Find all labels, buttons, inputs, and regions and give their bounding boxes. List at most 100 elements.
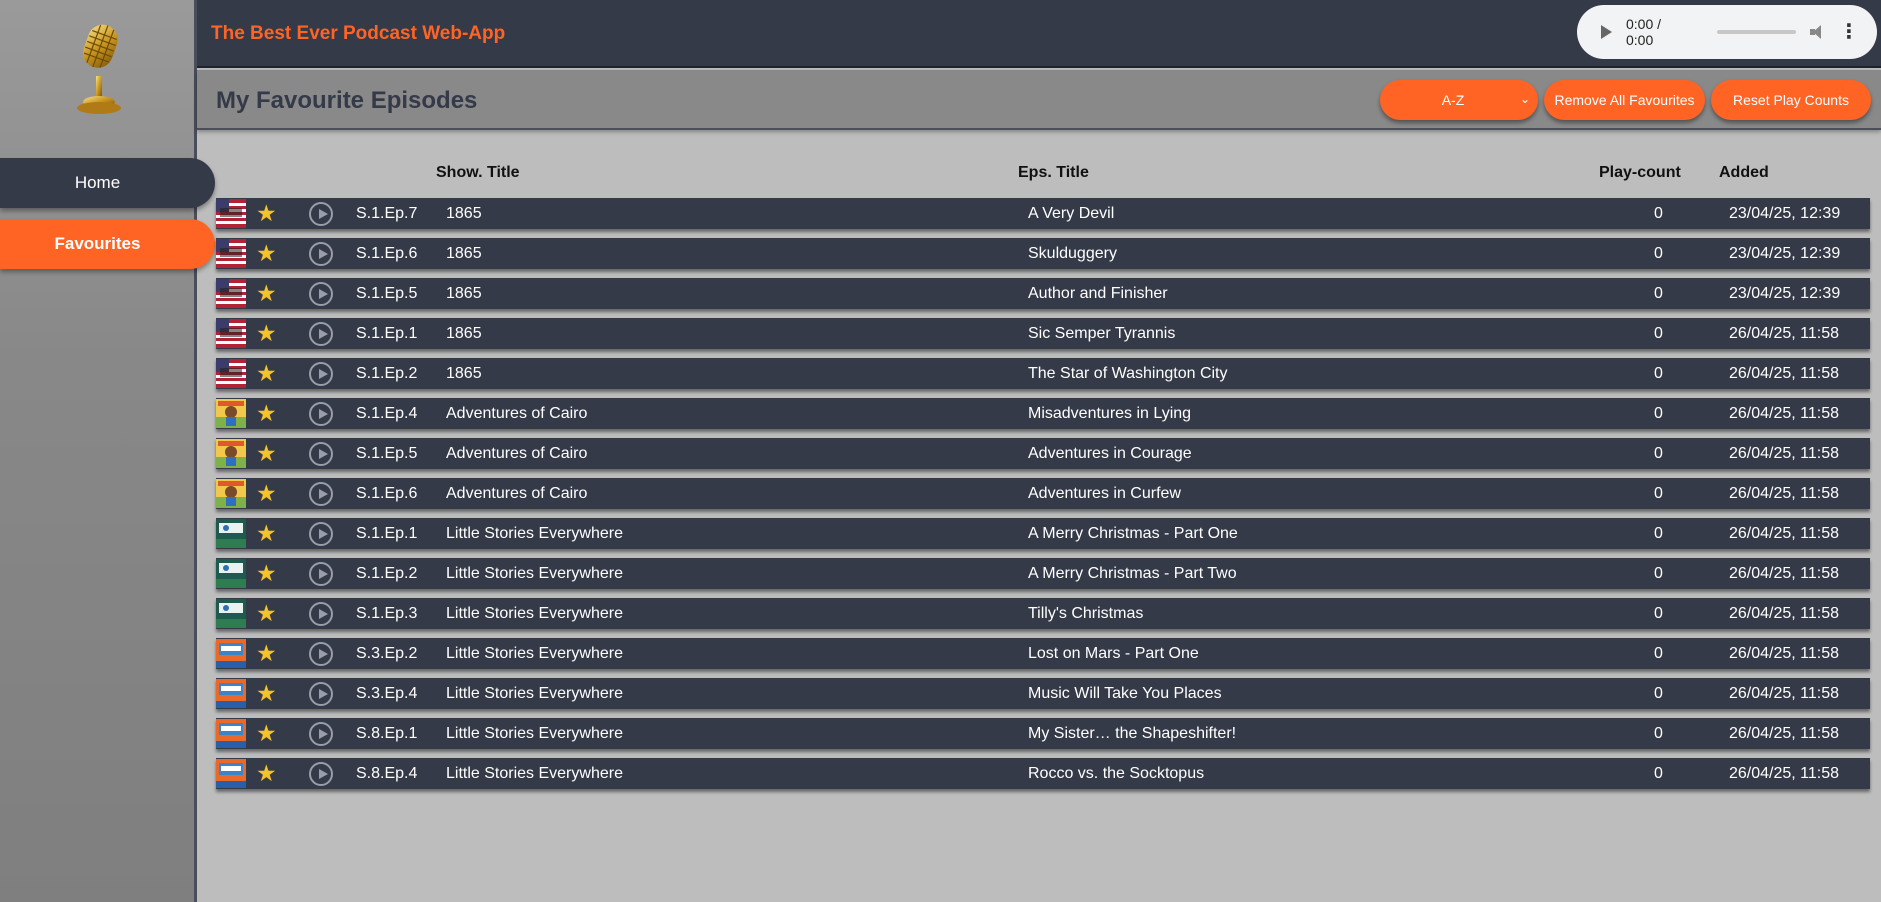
play-count: 0 bbox=[1654, 284, 1663, 302]
episode-title: Music Will Take You Places bbox=[1028, 684, 1222, 702]
episode-code: S.1.Ep.3 bbox=[356, 604, 418, 622]
favourite-star-icon[interactable]: ★ bbox=[256, 198, 277, 229]
added-date: 26/04/25, 11:58 bbox=[1729, 364, 1840, 382]
episode-code: S.1.Ep.7 bbox=[356, 204, 418, 222]
episode-row[interactable]: ★ S.3.Ep.2 Little Stories Everywhere Lost o… bbox=[216, 638, 1870, 669]
show-title: 1865 bbox=[446, 284, 482, 302]
episode-code: S.3.Ep.4 bbox=[356, 684, 418, 702]
show-artwork bbox=[216, 559, 246, 588]
play-count: 0 bbox=[1654, 364, 1663, 382]
remove-all-favourites-button[interactable]: Remove All Favourites bbox=[1544, 80, 1705, 120]
show-title: Adventures of Cairo bbox=[446, 444, 588, 462]
episode-row[interactable]: ★ S.1.Ep.2 Little Stories Everywhere A Merr… bbox=[216, 558, 1870, 589]
favourite-star-icon[interactable]: ★ bbox=[256, 678, 277, 709]
favourite-star-icon[interactable]: ★ bbox=[256, 758, 277, 789]
favourite-star-icon[interactable]: ★ bbox=[256, 518, 277, 549]
favourite-star-icon[interactable]: ★ bbox=[256, 718, 277, 749]
show-artwork bbox=[216, 359, 246, 388]
audio-player[interactable]: 0:00 / 0:00 ⋮ bbox=[1577, 5, 1877, 59]
play-episode-icon[interactable] bbox=[309, 398, 333, 429]
favourite-star-icon[interactable]: ★ bbox=[256, 278, 277, 309]
added-date: 26/04/25, 11:58 bbox=[1729, 484, 1840, 502]
show-title: Adventures of Cairo bbox=[446, 404, 588, 422]
episode-code: S.8.Ep.4 bbox=[356, 764, 418, 782]
play-count: 0 bbox=[1654, 604, 1663, 622]
episode-row[interactable]: ★ S.8.Ep.4 Little Stories Everywhere Rocco … bbox=[216, 758, 1870, 789]
added-date: 26/04/25, 11:58 bbox=[1729, 684, 1840, 702]
play-count: 0 bbox=[1654, 204, 1663, 222]
episode-row[interactable]: ★ S.1.Ep.5 Adventures of Cairo Adventures i… bbox=[216, 438, 1870, 469]
favourite-star-icon[interactable]: ★ bbox=[256, 238, 277, 269]
favourite-star-icon[interactable]: ★ bbox=[256, 438, 277, 469]
added-date: 26/04/25, 11:58 bbox=[1729, 444, 1840, 462]
episode-title: Tilly's Christmas bbox=[1028, 604, 1144, 622]
play-episode-icon[interactable] bbox=[309, 278, 333, 309]
favourite-star-icon[interactable]: ★ bbox=[256, 318, 277, 349]
play-episode-icon[interactable] bbox=[309, 318, 333, 349]
favourite-star-icon[interactable]: ★ bbox=[256, 598, 277, 629]
play-episode-icon[interactable] bbox=[309, 638, 333, 669]
episode-row[interactable]: ★ S.1.Ep.6 1865 Skulduggery 0 23/04/25, 12:39 bbox=[216, 238, 1870, 269]
favourite-star-icon[interactable]: ★ bbox=[256, 558, 277, 589]
episode-row[interactable]: ★ S.1.Ep.3 Little Stories Everywhere Tilly'… bbox=[216, 598, 1870, 629]
play-icon[interactable] bbox=[1601, 25, 1612, 39]
added-date: 26/04/25, 11:58 bbox=[1729, 324, 1840, 342]
episode-row[interactable]: ★ S.1.Ep.4 Adventures of Cairo Misadventure… bbox=[216, 398, 1870, 429]
show-artwork bbox=[216, 279, 246, 308]
nav-home[interactable]: Home bbox=[0, 158, 215, 208]
episode-row[interactable]: ★ S.1.Ep.1 1865 Sic Semper Tyrannis 0 26/04/2… bbox=[216, 318, 1870, 349]
episode-code: S.1.Ep.4 bbox=[356, 404, 418, 422]
show-artwork bbox=[216, 399, 246, 428]
episode-row[interactable]: ★ S.1.Ep.5 1865 Author and Finisher 0 23/04/2… bbox=[216, 278, 1870, 309]
favourite-star-icon[interactable]: ★ bbox=[256, 478, 277, 509]
episode-code: S.3.Ep.2 bbox=[356, 644, 418, 662]
play-episode-icon[interactable] bbox=[309, 758, 333, 789]
app-title: The Best Ever Podcast Web-App bbox=[211, 23, 506, 44]
favourite-star-icon[interactable]: ★ bbox=[256, 398, 277, 429]
show-title: Little Stories Everywhere bbox=[446, 644, 623, 662]
play-count: 0 bbox=[1654, 404, 1663, 422]
play-episode-icon[interactable] bbox=[309, 358, 333, 389]
play-count: 0 bbox=[1654, 564, 1663, 582]
episode-row[interactable]: ★ S.1.Ep.7 1865 A Very Devil 0 23/04/25, 12:3… bbox=[216, 198, 1870, 229]
play-episode-icon[interactable] bbox=[309, 198, 333, 229]
favourite-star-icon[interactable]: ★ bbox=[256, 358, 277, 389]
play-episode-icon[interactable] bbox=[309, 238, 333, 269]
column-header-added: Added bbox=[1719, 164, 1769, 181]
show-artwork bbox=[216, 319, 246, 348]
episode-row[interactable]: ★ S.1.Ep.2 1865 The Star of Washington City… bbox=[216, 358, 1870, 389]
episode-row[interactable]: ★ S.8.Ep.1 Little Stories Everywhere My Sis… bbox=[216, 718, 1870, 749]
play-count: 0 bbox=[1654, 764, 1663, 782]
sort-select[interactable]: A-Z ⌄ bbox=[1380, 80, 1538, 120]
play-episode-icon[interactable] bbox=[309, 558, 333, 589]
favourite-star-icon[interactable]: ★ bbox=[256, 638, 277, 669]
episode-code: S.1.Ep.5 bbox=[356, 284, 418, 302]
episode-title: Adventures in Courage bbox=[1028, 444, 1192, 462]
added-date: 26/04/25, 11:58 bbox=[1729, 524, 1840, 542]
episode-row[interactable]: ★ S.1.Ep.1 Little Stories Everywhere A Merr… bbox=[216, 518, 1870, 549]
volume-icon[interactable] bbox=[1809, 25, 1825, 39]
play-episode-icon[interactable] bbox=[309, 478, 333, 509]
chevron-down-icon: ⌄ bbox=[1519, 92, 1530, 106]
episode-row[interactable]: ★ S.3.Ep.4 Little Stories Everywhere Music … bbox=[216, 678, 1870, 709]
play-episode-icon[interactable] bbox=[309, 518, 333, 549]
show-artwork bbox=[216, 519, 246, 548]
play-episode-icon[interactable] bbox=[309, 718, 333, 749]
sort-selected-value: A-Z bbox=[1441, 92, 1465, 108]
added-date: 26/04/25, 11:58 bbox=[1729, 764, 1840, 782]
player-progress-track[interactable] bbox=[1717, 30, 1796, 34]
nav-favourites[interactable]: Favourites bbox=[0, 219, 215, 269]
column-header-playcount: Play-count bbox=[1599, 164, 1681, 181]
column-header-show: Show. Title bbox=[436, 164, 520, 181]
show-artwork bbox=[216, 599, 246, 628]
episode-row[interactable]: ★ S.1.Ep.6 Adventures of Cairo Adventures i… bbox=[216, 478, 1870, 509]
episode-code: S.1.Ep.6 bbox=[356, 484, 418, 502]
column-header-episode: Eps. Title bbox=[1018, 164, 1089, 181]
play-episode-icon[interactable] bbox=[309, 598, 333, 629]
more-options-icon[interactable]: ⋮ bbox=[1839, 22, 1859, 42]
play-episode-icon[interactable] bbox=[309, 438, 333, 469]
play-episode-icon[interactable] bbox=[309, 678, 333, 709]
reset-play-counts-button[interactable]: Reset Play Counts bbox=[1711, 80, 1871, 120]
player-time: 0:00 / 0:00 bbox=[1626, 16, 1662, 48]
play-count: 0 bbox=[1654, 444, 1663, 462]
